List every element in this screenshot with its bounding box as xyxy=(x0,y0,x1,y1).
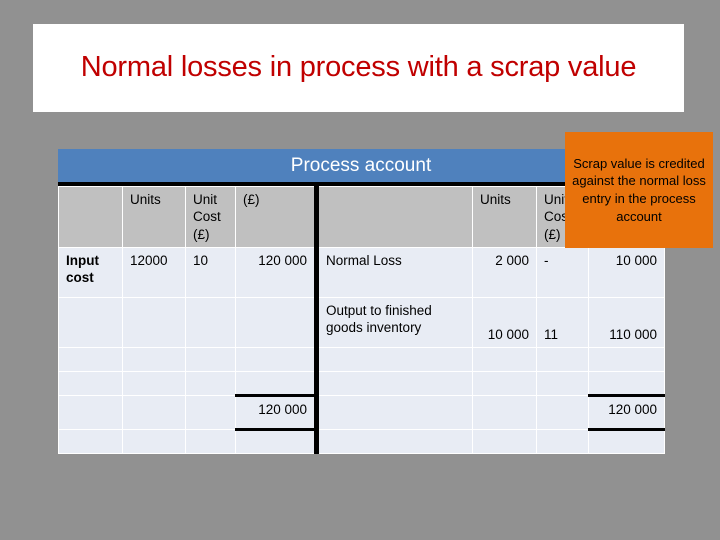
table-row: Output to finished goods inventory 10 00… xyxy=(58,296,665,348)
cell-credit-label: Normal Loss xyxy=(314,246,473,298)
cell-debit-units: 12000 xyxy=(122,246,186,298)
cell-credit-amount xyxy=(588,346,665,372)
cell-credit-units xyxy=(472,370,537,396)
trailing-blank-7 xyxy=(536,428,589,454)
table-caption-label: Process account xyxy=(290,154,432,176)
slide-title-band: Normal losses in process with a scrap va… xyxy=(33,24,684,112)
cell-debit-label xyxy=(58,296,123,348)
cell-credit-units: 2 000 xyxy=(472,246,537,298)
cell-debit-unit-cost xyxy=(185,346,236,372)
cell-debit-units xyxy=(122,346,186,372)
cell-debit-unit-cost xyxy=(185,296,236,348)
header-debit-units: Units xyxy=(122,186,186,248)
table-row xyxy=(58,428,665,454)
credit-total-value: 120 000 xyxy=(588,393,665,431)
totals-blank-4 xyxy=(314,394,473,430)
trailing-blank-2 xyxy=(122,428,186,454)
header-credit-units: Units xyxy=(472,186,537,248)
cell-debit-amount xyxy=(235,370,317,396)
cell-debit-label xyxy=(58,346,123,372)
totals-blank-2 xyxy=(122,394,186,430)
trailing-blank-3 xyxy=(185,428,236,454)
header-debit-amount: (£) xyxy=(235,186,317,248)
cell-credit-unit-cost xyxy=(536,370,589,396)
table-row xyxy=(58,346,665,372)
cell-debit-amount: 120 000 xyxy=(235,246,317,298)
cell-debit-unit-cost xyxy=(185,370,236,396)
trailing-blank-1 xyxy=(58,428,123,454)
cell-credit-amount xyxy=(588,370,665,396)
table-row xyxy=(58,370,665,396)
totals-blank-6 xyxy=(536,394,589,430)
header-debit-label xyxy=(58,186,123,248)
totals-blank-3 xyxy=(185,394,236,430)
cell-debit-label xyxy=(58,370,123,396)
cell-debit-units xyxy=(122,370,186,396)
cell-debit-amount xyxy=(235,296,317,348)
cell-debit-units xyxy=(122,296,186,348)
trailing-blank-6 xyxy=(472,428,537,454)
totals-blank-5 xyxy=(472,394,537,430)
cell-credit-amount: 110 000 xyxy=(588,296,665,348)
cell-credit-unit-cost xyxy=(536,346,589,372)
trailing-blank-8 xyxy=(588,428,665,454)
cell-debit-unit-cost: 10 xyxy=(185,246,236,298)
cell-credit-unit-cost: - xyxy=(536,246,589,298)
trailing-blank-5 xyxy=(314,428,473,454)
debit-total-value: 120 000 xyxy=(235,393,317,431)
scrap-value-callout: Scrap value is credited against the norm… xyxy=(565,132,713,248)
cell-credit-unit-cost: 11 xyxy=(536,296,589,348)
header-debit-unit-cost: Unit Cost (£) xyxy=(185,186,236,248)
cell-credit-label xyxy=(314,370,473,396)
table-totals-row: 120 000 120 000 xyxy=(58,393,665,431)
cell-debit-label: Input cost xyxy=(58,246,123,298)
cell-credit-amount: 10 000 xyxy=(588,246,665,298)
table-row: Input cost 12000 10 120 000 Normal Loss … xyxy=(58,246,665,298)
header-credit-label xyxy=(314,186,473,248)
page-title: Normal losses in process with a scrap va… xyxy=(80,51,637,84)
cell-credit-label: Output to finished goods inventory xyxy=(314,296,473,348)
totals-blank-1 xyxy=(58,394,123,430)
scrap-value-callout-text: Scrap value is credited against the norm… xyxy=(572,155,706,224)
trailing-blank-4 xyxy=(235,428,317,454)
cell-credit-units: 10 000 xyxy=(472,296,537,348)
cell-credit-label xyxy=(314,346,473,372)
cell-debit-amount xyxy=(235,346,317,372)
cell-credit-units xyxy=(472,346,537,372)
